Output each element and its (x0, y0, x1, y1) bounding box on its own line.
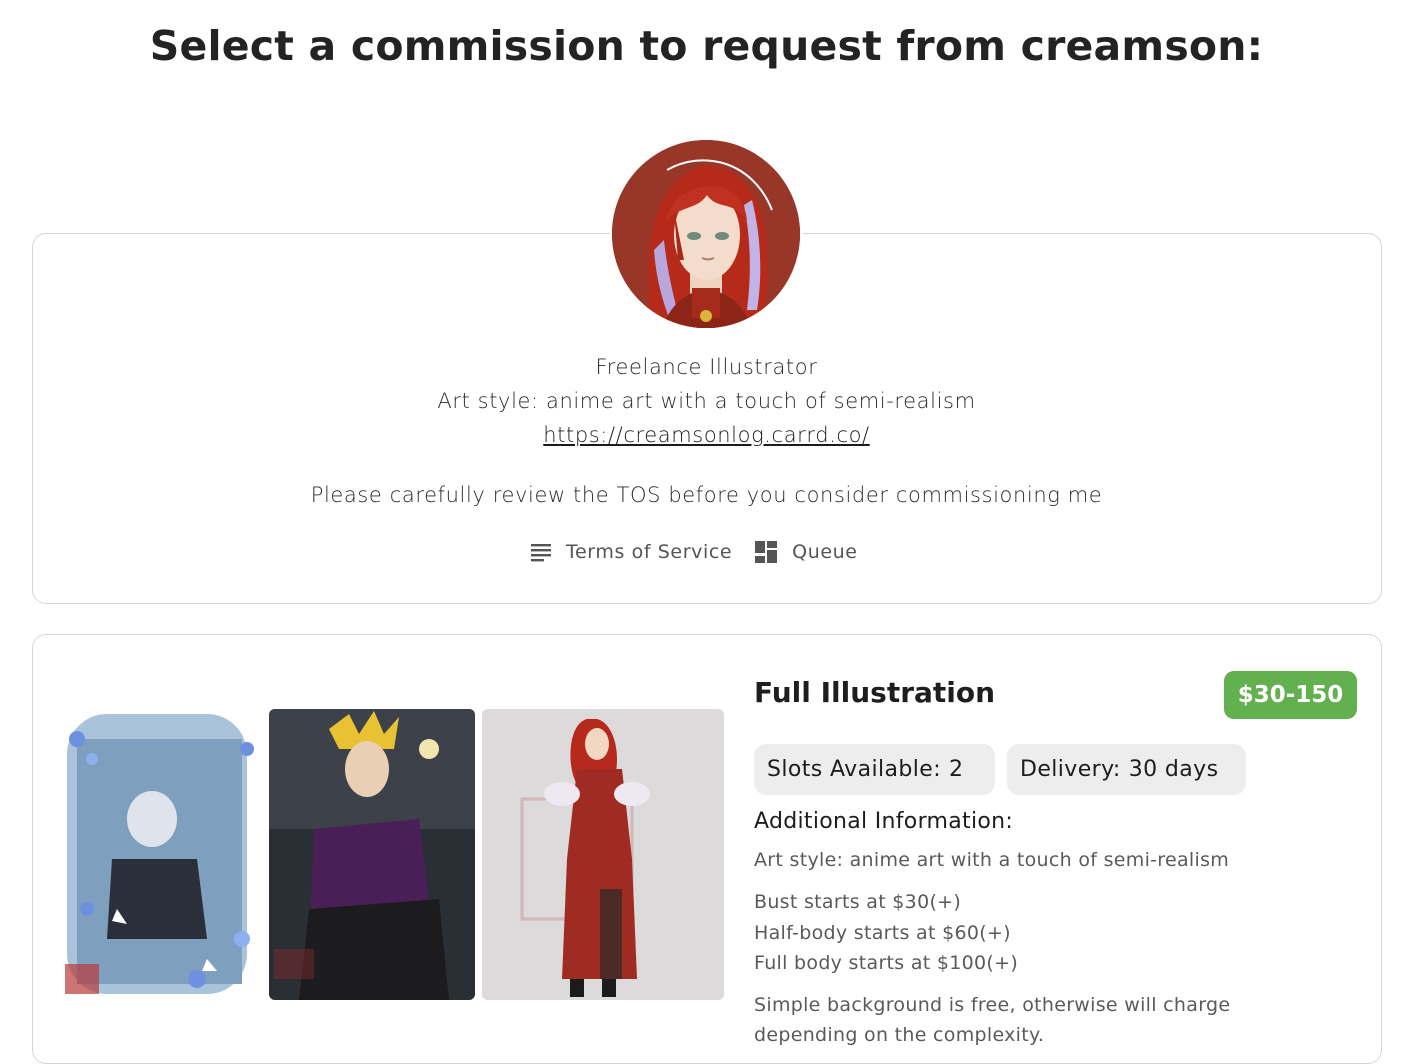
commission-title: Full Illustration (754, 676, 996, 709)
info-art-style: Art style: anime art with a touch of sem… (754, 849, 1230, 871)
bio-art-style: Art style: anime art with a touch of sem… (437, 389, 976, 413)
bio-tos-note: Please carefully review the TOS before y… (310, 483, 1103, 507)
bio-website-link[interactable]: https://creamsonlog.carrd.co/ (543, 423, 869, 447)
slots-value: 2 (949, 757, 964, 782)
info-half-body-price: Half-body starts at $60(+) (754, 922, 1011, 944)
slots-available-chip: Slots Available: 2 (754, 744, 995, 795)
delivery-label: Delivery: (1020, 757, 1121, 782)
info-full-body-price: Full body starts at $100(+) (754, 952, 1019, 974)
sample-image-2[interactable] (269, 709, 475, 1000)
info-background-note: Simple background is free, otherwise wil… (754, 994, 1231, 1046)
slots-label: Slots Available: (767, 757, 942, 782)
dashboard-grid-icon (755, 541, 778, 563)
artist-avatar (612, 140, 800, 328)
queue-link[interactable]: Queue (754, 540, 857, 564)
delivery-value: 30 days (1128, 757, 1219, 782)
info-bust-price: Bust starts at $30(+) (754, 891, 962, 913)
queue-label: Queue (792, 541, 858, 563)
terms-of-service-link[interactable]: Terms of Service (530, 541, 732, 563)
price-badge: $30-150 (1224, 671, 1357, 719)
delivery-chip: Delivery: 30 days (1007, 744, 1246, 795)
terms-of-service-label: Terms of Service (566, 541, 733, 563)
sample-image-1[interactable] (57, 709, 263, 1000)
additional-info-heading: Additional Information: (754, 809, 1014, 834)
profile-links: Terms of Service Queue (530, 540, 880, 564)
sample-image-3[interactable] (482, 709, 724, 1000)
page-title: Select a commission to request from crea… (149, 22, 1264, 70)
bio-title: Freelance Illustrator (595, 355, 818, 379)
list-lines-icon (531, 544, 551, 562)
